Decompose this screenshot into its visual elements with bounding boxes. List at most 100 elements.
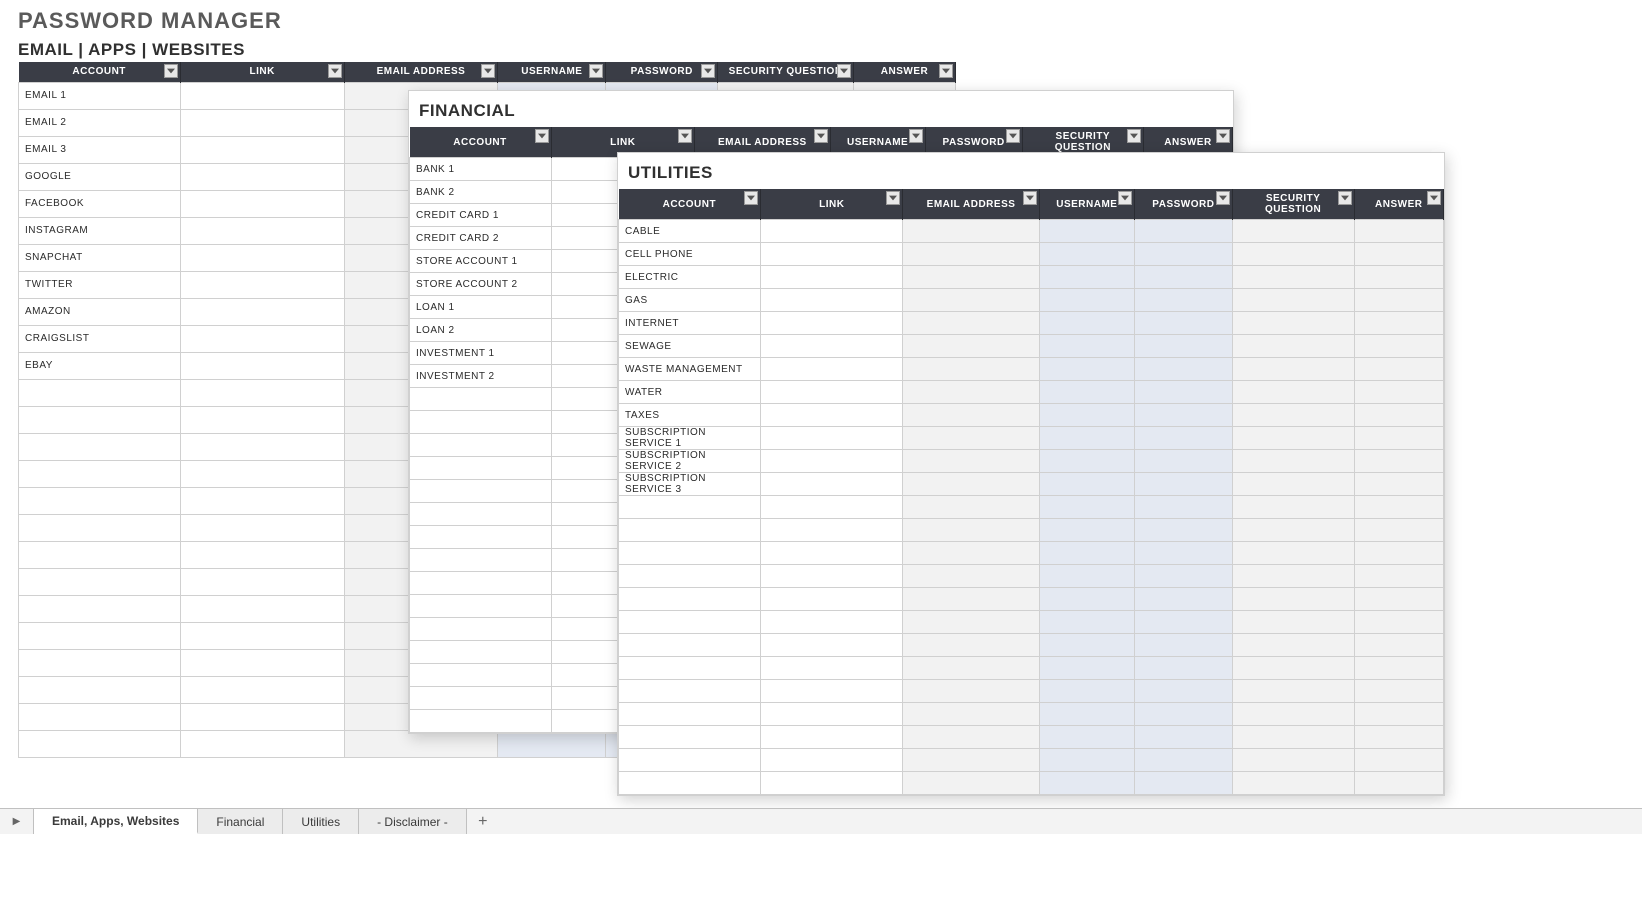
account-cell[interactable] <box>619 726 761 749</box>
account-cell[interactable]: TAXES <box>619 404 761 427</box>
account-cell[interactable]: INVESTMENT 2 <box>410 365 552 388</box>
data-cell[interactable] <box>1039 496 1135 519</box>
data-cell[interactable] <box>180 703 344 730</box>
account-cell[interactable] <box>19 487 181 514</box>
column-header[interactable]: LINK <box>761 189 903 220</box>
account-cell[interactable]: STORE ACCOUNT 1 <box>410 250 552 273</box>
account-cell[interactable] <box>410 572 552 595</box>
data-cell[interactable] <box>1135 427 1233 450</box>
data-cell[interactable] <box>761 381 903 404</box>
data-cell[interactable] <box>180 352 344 379</box>
data-cell[interactable] <box>903 542 1039 565</box>
data-cell[interactable] <box>903 427 1039 450</box>
account-cell[interactable] <box>19 649 181 676</box>
column-header[interactable]: PASSWORD <box>606 62 718 82</box>
data-cell[interactable] <box>1135 634 1233 657</box>
account-cell[interactable] <box>619 588 761 611</box>
account-cell[interactable] <box>19 406 181 433</box>
data-cell[interactable] <box>1039 335 1135 358</box>
filter-dropdown-icon[interactable] <box>164 64 178 78</box>
data-cell[interactable] <box>180 406 344 433</box>
data-cell[interactable] <box>903 289 1039 312</box>
column-header[interactable]: PASSWORD <box>1135 189 1233 220</box>
account-cell[interactable] <box>410 457 552 480</box>
account-cell[interactable] <box>619 542 761 565</box>
data-cell[interactable] <box>1232 404 1354 427</box>
account-cell[interactable]: BANK 1 <box>410 158 552 181</box>
data-cell[interactable] <box>498 730 606 757</box>
account-cell[interactable] <box>19 568 181 595</box>
data-cell[interactable] <box>1232 450 1354 473</box>
data-cell[interactable] <box>1135 772 1233 795</box>
filter-dropdown-icon[interactable] <box>837 64 851 78</box>
filter-dropdown-icon[interactable] <box>886 191 900 205</box>
data-cell[interactable] <box>761 266 903 289</box>
data-cell[interactable] <box>1354 749 1443 772</box>
data-cell[interactable] <box>1232 335 1354 358</box>
data-cell[interactable] <box>761 680 903 703</box>
account-cell[interactable] <box>410 618 552 641</box>
filter-dropdown-icon[interactable] <box>535 129 549 143</box>
filter-dropdown-icon[interactable] <box>1023 191 1037 205</box>
filter-dropdown-icon[interactable] <box>328 64 342 78</box>
data-cell[interactable] <box>1135 611 1233 634</box>
data-cell[interactable] <box>903 496 1039 519</box>
account-cell[interactable]: CABLE <box>619 220 761 243</box>
data-cell[interactable] <box>903 565 1039 588</box>
data-cell[interactable] <box>1135 749 1233 772</box>
data-cell[interactable] <box>1232 312 1354 335</box>
data-cell[interactable] <box>903 703 1039 726</box>
filter-dropdown-icon[interactable] <box>1216 129 1230 143</box>
account-cell[interactable] <box>619 772 761 795</box>
data-cell[interactable] <box>1039 404 1135 427</box>
data-cell[interactable] <box>180 109 344 136</box>
account-cell[interactable] <box>410 434 552 457</box>
data-cell[interactable] <box>1354 335 1443 358</box>
data-cell[interactable] <box>1135 450 1233 473</box>
data-cell[interactable] <box>1135 289 1233 312</box>
account-cell[interactable] <box>619 657 761 680</box>
data-cell[interactable] <box>1232 611 1354 634</box>
data-cell[interactable] <box>1232 588 1354 611</box>
data-cell[interactable] <box>1354 266 1443 289</box>
data-cell[interactable] <box>1354 404 1443 427</box>
data-cell[interactable] <box>1354 427 1443 450</box>
column-header[interactable]: ANSWER <box>854 62 956 82</box>
account-cell[interactable]: CREDIT CARD 2 <box>410 227 552 250</box>
data-cell[interactable] <box>1039 519 1135 542</box>
account-cell[interactable] <box>410 687 552 710</box>
account-cell[interactable] <box>19 433 181 460</box>
data-cell[interactable] <box>180 541 344 568</box>
data-cell[interactable] <box>1354 220 1443 243</box>
account-cell[interactable] <box>410 526 552 549</box>
data-cell[interactable] <box>761 565 903 588</box>
data-cell[interactable] <box>1232 749 1354 772</box>
account-cell[interactable]: EBAY <box>19 352 181 379</box>
data-cell[interactable] <box>1232 220 1354 243</box>
filter-dropdown-icon[interactable] <box>1338 191 1352 205</box>
data-cell[interactable] <box>1232 473 1354 496</box>
data-cell[interactable] <box>1354 473 1443 496</box>
account-cell[interactable]: SUBSCRIPTION SERVICE 3 <box>619 473 761 496</box>
data-cell[interactable] <box>1135 243 1233 266</box>
filter-dropdown-icon[interactable] <box>1427 191 1441 205</box>
data-cell[interactable] <box>180 568 344 595</box>
filter-dropdown-icon[interactable] <box>678 129 692 143</box>
account-cell[interactable] <box>19 703 181 730</box>
data-cell[interactable] <box>1354 634 1443 657</box>
add-sheet-button[interactable]: + <box>467 809 499 834</box>
account-cell[interactable]: SEWAGE <box>619 335 761 358</box>
account-cell[interactable]: AMAZON <box>19 298 181 325</box>
account-cell[interactable] <box>19 730 181 757</box>
sheet-tab[interactable]: Financial <box>198 809 283 834</box>
data-cell[interactable] <box>1232 427 1354 450</box>
data-cell[interactable] <box>1232 726 1354 749</box>
account-cell[interactable] <box>19 595 181 622</box>
data-cell[interactable] <box>761 496 903 519</box>
data-cell[interactable] <box>1232 243 1354 266</box>
data-cell[interactable] <box>1039 749 1135 772</box>
account-cell[interactable]: BANK 2 <box>410 181 552 204</box>
account-cell[interactable]: INTERNET <box>619 312 761 335</box>
account-cell[interactable] <box>410 595 552 618</box>
data-cell[interactable] <box>761 611 903 634</box>
